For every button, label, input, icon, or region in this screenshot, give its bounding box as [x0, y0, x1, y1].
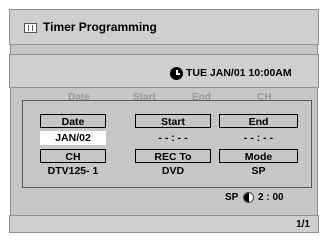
recto-value[interactable]: DVD	[135, 164, 211, 178]
current-datetime: TUE JAN/01 10:00AM	[186, 67, 292, 79]
remaining-mode: SP	[225, 192, 239, 203]
start-value[interactable]: - - : - -	[135, 131, 211, 145]
mode-value[interactable]: SP	[219, 164, 298, 178]
disc-remaining-icon	[243, 192, 254, 203]
date-label: Date	[40, 114, 106, 128]
start-label: Start	[135, 114, 211, 128]
clock-icon	[170, 67, 183, 80]
page-indicator: 1/1	[296, 219, 310, 230]
title-bar: Timer Programming	[9, 9, 319, 45]
ch-label: CH	[40, 149, 106, 163]
timer-list-icon	[24, 23, 37, 33]
datetime-bar: TUE JAN/01 10:00AM	[9, 54, 319, 88]
end-value[interactable]: - - : - -	[219, 131, 298, 145]
ch-value[interactable]: DTV125- 1	[33, 164, 113, 178]
date-value[interactable]: JAN/02	[40, 131, 106, 145]
remaining-time: 2 : 00	[258, 192, 284, 203]
recto-label: REC To	[135, 149, 211, 163]
mode-label: Mode	[219, 149, 298, 163]
screen-title: Timer Programming	[43, 20, 157, 34]
program-edit-panel: Date Start End JAN/02 - - : - - - - : - …	[22, 100, 312, 188]
end-label: End	[219, 114, 298, 128]
footer-bar: 1/1	[9, 215, 319, 233]
